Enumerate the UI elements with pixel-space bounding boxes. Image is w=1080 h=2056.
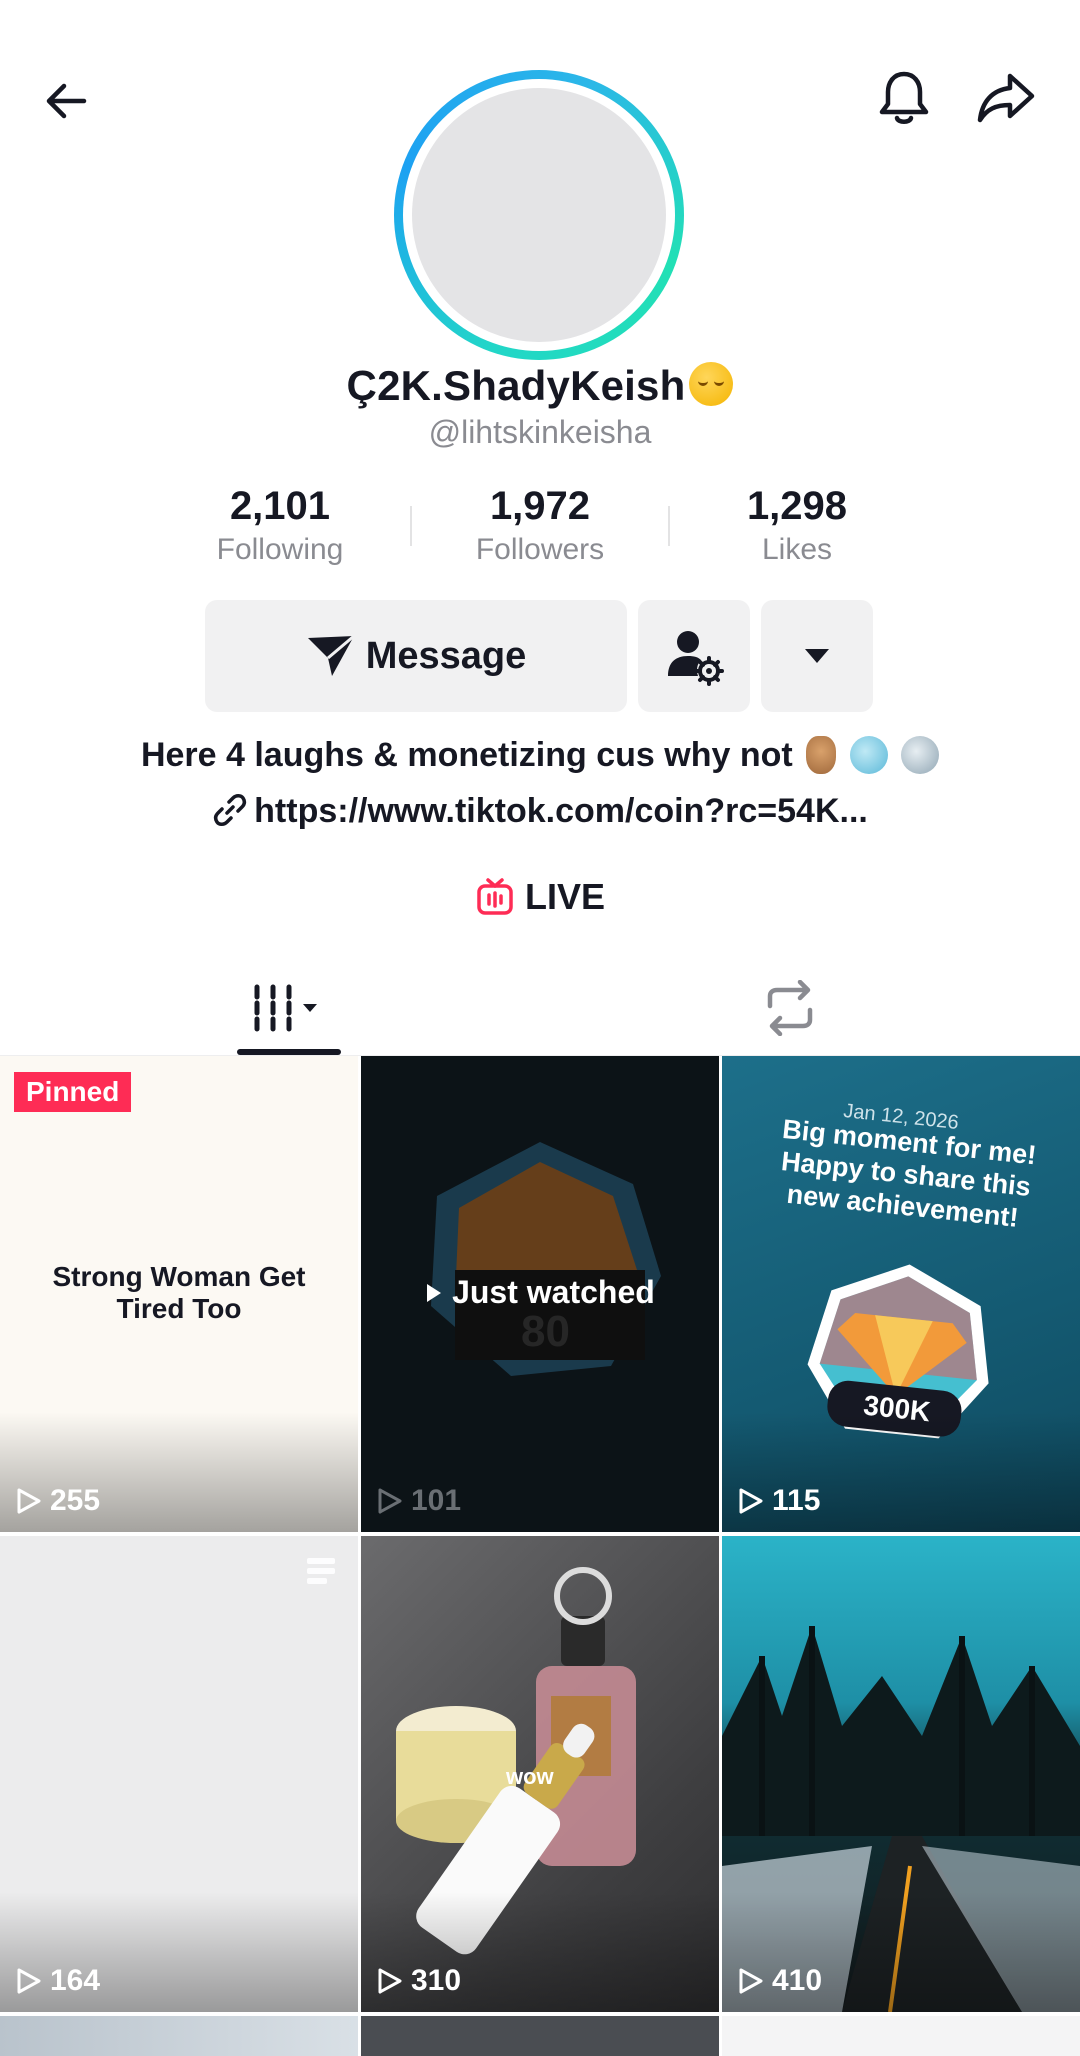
video-tile[interactable]: 164: [0, 1536, 358, 2012]
play-outline-icon: [739, 1488, 763, 1514]
play-outline-icon: [17, 1968, 41, 1994]
view-count: 115: [738, 1484, 820, 1518]
back-button[interactable]: [30, 65, 102, 137]
video-tile[interactable]: 80 Just watched 101: [361, 1056, 719, 1532]
view-count-value: 164: [50, 1964, 101, 1997]
dolphin-emoji: [849, 736, 888, 774]
stat-followers[interactable]: 1,972 Followers: [440, 484, 640, 567]
live-label: LIVE: [524, 876, 605, 917]
play-outline-icon: [378, 1488, 402, 1514]
just-watched-text: Just watched: [452, 1274, 655, 1310]
play-outline-icon: [739, 1968, 763, 1994]
view-count: 410: [738, 1964, 822, 1998]
video-tile-partial[interactable]: [722, 2016, 1080, 2056]
stat-likes-label: Likes: [761, 533, 833, 566]
bell-icon: [879, 71, 929, 124]
bio-link[interactable]: https://www.tiktok.com/coin?rc=54K...: [0, 792, 1080, 831]
stat-followers-label: Followers: [475, 533, 605, 566]
username-handle: @lihtskinkeisha: [428, 414, 652, 450]
message-button[interactable]: Message: [205, 600, 627, 712]
share-button[interactable]: [970, 62, 1042, 134]
active-tab-indicator: [237, 1049, 341, 1055]
view-count-value: 115: [772, 1484, 821, 1517]
view-count-value: 410: [772, 1964, 823, 1997]
share-arrow-icon: [977, 73, 1035, 123]
link-icon: [214, 794, 247, 826]
view-count-value: 255: [50, 1484, 101, 1517]
follow-settings-button[interactable]: [638, 600, 750, 712]
more-options-button[interactable]: [761, 600, 873, 712]
view-count: 101: [377, 1484, 461, 1518]
display-name-text: Ç2K.ShadyKeish: [346, 362, 686, 409]
bio: Here 4 laughs & monetizing cus why not: [0, 736, 1080, 775]
pinned-badge: Pinned: [14, 1072, 132, 1112]
view-count-value: 310: [411, 1964, 462, 1997]
bio-link-text: https://www.tiktok.com/coin?rc=54K...: [254, 792, 868, 830]
view-count-value: 101: [411, 1484, 462, 1517]
view-count: 310: [377, 1964, 461, 1998]
grid-icon: [254, 984, 317, 1032]
video-tile[interactable]: 410: [722, 1536, 1080, 2012]
stat-likes[interactable]: 1,298 Likes: [697, 484, 897, 567]
shark-emoji: [901, 736, 940, 774]
message-button-label: Message: [365, 634, 527, 677]
live-tv-icon: [477, 878, 513, 915]
caret-down-icon: [805, 649, 829, 663]
stat-following-value: 2,101: [229, 484, 331, 528]
avatar[interactable]: [412, 88, 666, 342]
video-caption: Strong Woman Get Tired Too: [52, 1261, 306, 1324]
stat-divider: [668, 506, 670, 546]
video-tile[interactable]: Pinned Strong Woman Get Tired Too 255: [0, 1056, 358, 1532]
profile-stats: 2,101 Following 1,972 Followers 1,298 Li…: [0, 484, 1080, 574]
play-outline-icon: [378, 1968, 402, 1994]
profile-actions: Message: [0, 600, 1080, 712]
tab-videos[interactable]: [238, 960, 340, 1056]
play-icon: [427, 1284, 442, 1302]
content-tabs: [0, 960, 1080, 1056]
stat-likes-value: 1,298: [746, 484, 848, 528]
play-outline-icon: [17, 1488, 41, 1514]
stat-followers-value: 1,972: [489, 484, 591, 528]
send-icon: [307, 634, 355, 676]
bio-text: Here 4 laughs & monetizing cus why not: [140, 736, 793, 774]
relieved-face-emoji: [689, 362, 734, 406]
stat-following[interactable]: 2,101 Following: [180, 484, 380, 567]
tab-reposts[interactable]: [750, 960, 830, 1056]
person-gear-icon: [668, 631, 724, 686]
repost-icon: [767, 980, 813, 1036]
stat-divider: [410, 506, 412, 546]
live-entry[interactable]: LIVE: [0, 876, 1080, 918]
notifications-button[interactable]: [868, 62, 940, 134]
video-tile[interactable]: Jan 12, 2026 Big moment for me! Happy to…: [722, 1056, 1080, 1532]
stat-following-label: Following: [216, 533, 344, 566]
view-count: 255: [16, 1484, 100, 1518]
fingers-crossed-emoji: [806, 736, 837, 774]
photo-carousel-icon: [307, 1558, 335, 1584]
video-tile-partial[interactable]: [0, 2016, 358, 2056]
just-watched-label: Just watched: [361, 1274, 719, 1311]
avatar-story-ring[interactable]: [394, 70, 684, 360]
video-overlay-text: wow: [506, 1764, 554, 1789]
video-tile-partial[interactable]: [361, 2016, 719, 2056]
video-tile[interactable]: wow 310: [361, 1536, 719, 2012]
video-grid: Pinned Strong Woman Get Tired Too 255 80…: [0, 1056, 1080, 2056]
display-name: Ç2K.ShadyKeish: [0, 362, 1080, 410]
back-arrow-icon: [46, 83, 87, 119]
view-count: 164: [16, 1964, 100, 1998]
